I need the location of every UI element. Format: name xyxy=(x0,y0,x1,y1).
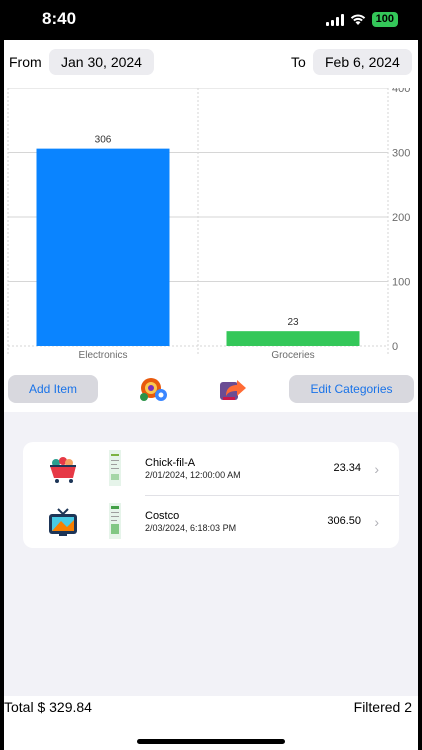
date-range-row: From Jan 30, 2024 To Feb 6, 2024 xyxy=(4,48,418,76)
bar-data-label: 23 xyxy=(287,317,299,328)
app-screen: 8:40 100 From Jan 30, 2024 To Feb 6, 202… xyxy=(4,0,418,750)
chevron-right-icon: › xyxy=(374,461,379,477)
y-tick-label: 0 xyxy=(392,341,398,353)
tv-icon xyxy=(49,508,77,536)
transaction-name: Chick-fil-A xyxy=(145,457,196,469)
list-item[interactable]: Chick-fil-A 2/01/2024, 12:00:00 AM 23.34… xyxy=(23,442,399,496)
gears-icon[interactable] xyxy=(138,374,168,404)
y-tick-label: 300 xyxy=(392,148,410,160)
status-time: 8:40 xyxy=(42,9,77,28)
transaction-date: 2/03/2024, 6:18:03 PM xyxy=(145,523,237,533)
to-label: To xyxy=(291,54,306,70)
home-indicator[interactable] xyxy=(137,739,285,744)
transaction-amount: 23.34 xyxy=(333,462,361,474)
receipt-thumbnail-icon xyxy=(109,503,121,539)
cellular-signal-icon xyxy=(325,13,344,26)
edit-categories-button[interactable]: Edit Categories xyxy=(289,375,414,403)
transactions-list: Chick-fil-A 2/01/2024, 12:00:00 AM 23.34… xyxy=(23,442,399,548)
status-indicators: 100 xyxy=(325,12,398,27)
bar xyxy=(226,331,360,346)
receipt-thumbnail-icon xyxy=(109,450,121,486)
battery-indicator: 100 xyxy=(371,12,398,27)
export-icon[interactable] xyxy=(218,374,248,404)
category-bar-chart: 0 100 200 300 400 306 Electronics 23 Groceries xyxy=(7,88,410,361)
add-item-button[interactable]: Add Item xyxy=(8,375,98,403)
y-tick-label: 100 xyxy=(392,277,410,289)
shopping-cart-icon xyxy=(50,457,76,483)
total-amount: Total $ 329.84 xyxy=(4,699,92,715)
list-item[interactable]: Costco 2/03/2024, 6:18:03 PM 306.50 › xyxy=(23,495,399,548)
x-category-label: Electronics xyxy=(79,350,128,361)
transaction-amount: 306.50 xyxy=(327,515,361,527)
bar-data-label: 306 xyxy=(95,135,112,146)
from-date-picker[interactable]: Jan 30, 2024 xyxy=(49,49,154,75)
status-bar: 8:40 100 xyxy=(4,0,418,40)
to-date-picker[interactable]: Feb 6, 2024 xyxy=(313,49,412,75)
transaction-date: 2/01/2024, 12:00:00 AM xyxy=(145,470,241,480)
home-indicator-area xyxy=(4,720,418,750)
from-label: From xyxy=(9,54,42,70)
summary-panel: From Jan 30, 2024 To Feb 6, 2024 0 100 200… xyxy=(4,40,418,412)
filtered-count: Filtered 2 xyxy=(353,699,412,715)
bar xyxy=(36,148,170,346)
wifi-icon xyxy=(350,14,365,25)
summary-footer: Total $ 329.84 Filtered 2 xyxy=(4,696,418,720)
x-category-label: Groceries xyxy=(271,350,314,361)
chevron-right-icon: › xyxy=(374,514,379,530)
transaction-name: Costco xyxy=(145,510,180,522)
y-tick-label: 400 xyxy=(392,88,410,95)
y-tick-label: 200 xyxy=(392,212,410,224)
